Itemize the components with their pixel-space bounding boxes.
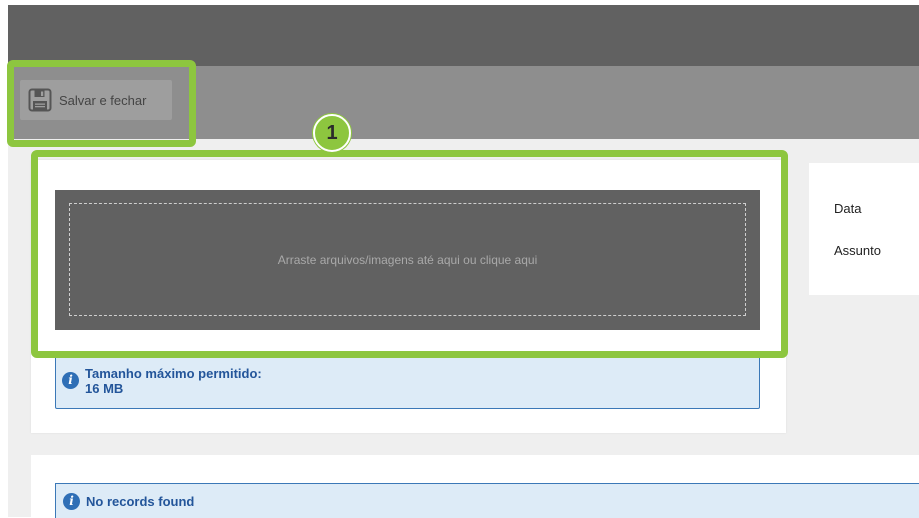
save-and-close-button[interactable]: Salvar e fechar [20, 80, 172, 120]
drop-zone-border: Arraste arquivos/imagens até aqui ou cli… [69, 203, 746, 316]
info-icon: i [63, 493, 80, 510]
no-records-message: i No records found [55, 483, 919, 518]
step-number-badge: 1 [313, 114, 351, 152]
drop-zone-text: Arraste arquivos/imagens até aqui ou cli… [277, 252, 538, 267]
save-button-label: Salvar e fechar [59, 92, 147, 108]
app-header-bar [8, 5, 919, 66]
max-size-label: Tamanho máximo permitido: [85, 366, 262, 381]
max-size-value: 16 MB [85, 381, 124, 396]
file-drop-zone[interactable]: Arraste arquivos/imagens até aqui ou cli… [55, 190, 760, 330]
details-panel: Data Assunto [809, 163, 919, 295]
max-size-info-box: i Tamanho máximo permitido: 16 MB [55, 352, 760, 409]
info-icon: i [62, 372, 79, 389]
floppy-disk-icon [28, 88, 52, 112]
no-records-text: No records found [86, 494, 195, 509]
field-label-data: Data [834, 201, 862, 216]
field-label-assunto: Assunto [834, 243, 881, 258]
